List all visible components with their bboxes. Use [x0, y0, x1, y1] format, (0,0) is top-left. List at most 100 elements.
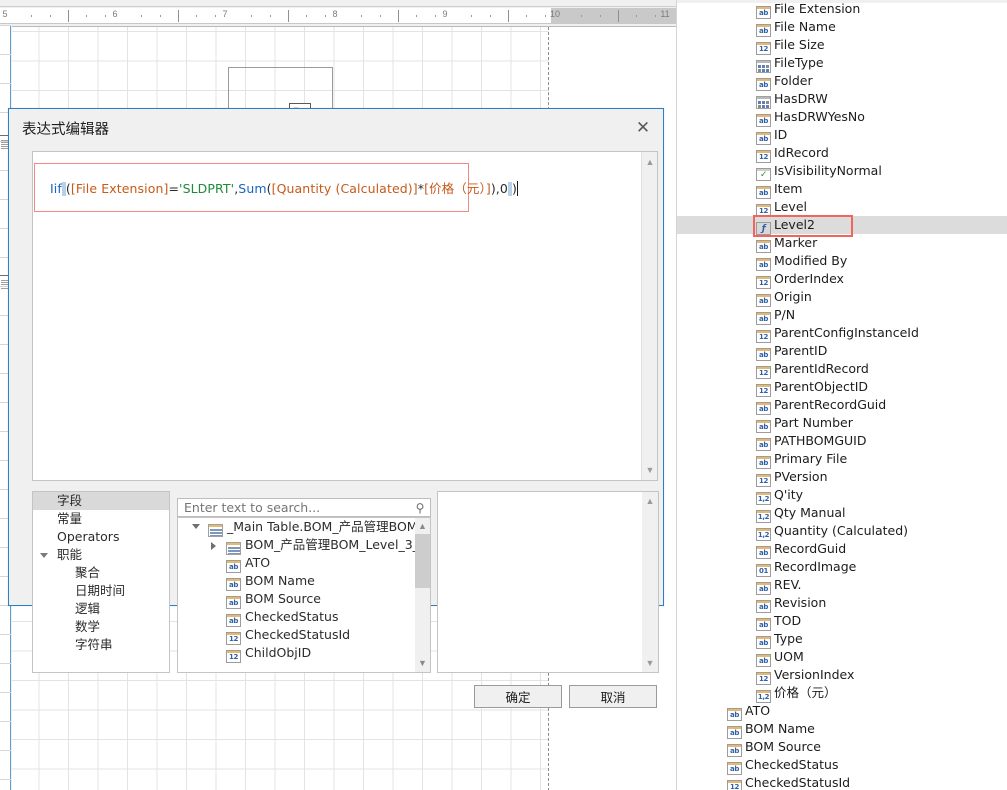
category-label: 常量: [57, 511, 83, 526]
category-label: 日期时间: [75, 583, 126, 598]
field-list-item[interactable]: ab BOM Name: [677, 720, 1007, 739]
field-tree-list[interactable]: _Main Table.BOM_产品管理BOM_... BOM_产品管理BOM_L…: [178, 518, 415, 672]
field-list-item[interactable]: ab REV.: [677, 576, 1007, 595]
field-list-item[interactable]: ab File Name: [677, 18, 1007, 37]
tree-scroll-up-icon[interactable]: ▲: [415, 519, 430, 534]
tree-scroll-down-icon[interactable]: ▼: [415, 656, 430, 671]
field-list-item[interactable]: 12 OrderIndex: [677, 270, 1007, 289]
field-list-item[interactable]: ab Revision: [677, 594, 1007, 613]
field-list-item[interactable]: ab File Extension: [677, 0, 1007, 19]
field-list-item[interactable]: 1,2 价格（元）: [677, 684, 1007, 703]
category-label: 数学: [75, 619, 101, 634]
field-list-item[interactable]: FileType: [677, 54, 1007, 73]
category-item[interactable]: Operators: [33, 528, 169, 546]
field-list-item[interactable]: 12 IdRecord: [677, 144, 1007, 163]
field-list-item[interactable]: ab P/N: [677, 306, 1007, 325]
field-list-item[interactable]: ab ParentID: [677, 342, 1007, 361]
scroll-up-icon[interactable]: ▲: [642, 154, 658, 170]
desc-scroll-up-icon[interactable]: ▲: [642, 493, 658, 509]
field-list-item[interactable]: 12 Level: [677, 198, 1007, 217]
tree-item[interactable]: 12 CheckedStatusId: [178, 626, 415, 645]
chevron-right-icon[interactable]: [211, 542, 216, 550]
ok-button[interactable]: 确定: [474, 685, 562, 708]
field-list-item[interactable]: ab PATHBOMGUID: [677, 432, 1007, 451]
field-list-item[interactable]: 12 VersionIndex: [677, 666, 1007, 685]
desc-scroll-down-icon[interactable]: ▼: [642, 655, 658, 671]
search-icon[interactable]: ⚲: [413, 501, 427, 515]
tree-item[interactable]: ab BOM Source: [178, 590, 415, 609]
field-list-item[interactable]: ab UOM: [677, 648, 1007, 667]
field-list-item[interactable]: ab HasDRWYesNo: [677, 108, 1007, 127]
description-scrollbar[interactable]: ▲ ▼: [642, 492, 658, 672]
field-list-item[interactable]: 12 PVersion: [677, 468, 1007, 487]
field-list-item[interactable]: HasDRW: [677, 90, 1007, 109]
field-list-item[interactable]: ab Type: [677, 630, 1007, 649]
field-list-item-label: Level2: [774, 217, 815, 232]
field-list-item[interactable]: ab Modified By: [677, 252, 1007, 271]
scroll-down-icon[interactable]: ▼: [642, 462, 658, 478]
expression-text-area[interactable]: Iif ([File Extension]='SLDPRT',Sum([Quant…: [32, 151, 658, 481]
tree-item-label: _Main Table.BOM_产品管理BOM_...: [227, 519, 415, 534]
tree-scroll-thumb[interactable]: [415, 534, 430, 588]
category-item[interactable]: 聚合: [33, 564, 169, 582]
category-item[interactable]: 常量: [33, 510, 169, 528]
category-item[interactable]: 数学: [33, 618, 169, 636]
tree-item[interactable]: ab ATO: [178, 554, 415, 573]
field-list-panel[interactable]: ab File Extension ab File Name 12 File Size Fi…: [676, 0, 1007, 790]
field-tree-panel[interactable]: _Main Table.BOM_产品管理BOM_... BOM_产品管理BOM_L…: [177, 517, 431, 673]
category-list[interactable]: 字段 常量 Operators 职能 聚合 日期时间逻辑 数学字符串: [32, 491, 170, 673]
tree-item[interactable]: _Main Table.BOM_产品管理BOM_...: [178, 518, 415, 537]
expression-scrollbar[interactable]: ▲ ▼: [641, 152, 657, 480]
category-item[interactable]: 日期时间: [33, 582, 169, 600]
field-list-item[interactable]: ab ParentRecordGuid: [677, 396, 1007, 415]
field-list-item[interactable]: ab Folder: [677, 72, 1007, 91]
field-list-item[interactable]: ab RecordGuid: [677, 540, 1007, 559]
field-list-item[interactable]: ab CheckedStatus: [677, 756, 1007, 775]
field-list-item-label: File Size: [774, 37, 825, 52]
expression-text[interactable]: Iif ([File Extension]='SLDPRT',Sum([Quant…: [50, 178, 518, 197]
field-list-item[interactable]: ab TOD: [677, 612, 1007, 631]
cancel-button[interactable]: 取消: [569, 685, 657, 708]
field-list-item[interactable]: 12 ParentIdRecord: [677, 360, 1007, 379]
field-list-item[interactable]: ab BOM Source: [677, 738, 1007, 757]
expression-editor-dialog[interactable]: 表达式编辑器 ✕ Iif ([File Extension]='SLDPRT',S…: [8, 108, 664, 708]
field-list-item-label: ATO: [745, 703, 771, 718]
category-item[interactable]: 字段: [33, 492, 169, 510]
field-tree-scrollbar[interactable]: ▲ ▼: [415, 518, 430, 672]
field-list-item[interactable]: ab ATO: [677, 702, 1007, 721]
field-list-rows[interactable]: ab File Extension ab File Name 12 File Size Fi…: [677, 0, 1007, 790]
search-input-wrapper[interactable]: ⚲: [177, 498, 431, 517]
field-list-item[interactable]: ✓ IsVisibilityNormal: [677, 162, 1007, 181]
field-list-item-label: RecordGuid: [774, 541, 847, 556]
field-list-item[interactable]: ab Part Number: [677, 414, 1007, 433]
category-item[interactable]: 字符串: [33, 636, 169, 654]
dialog-title-bar[interactable]: 表达式编辑器 ✕: [9, 109, 663, 147]
field-list-item[interactable]: ab ID: [677, 126, 1007, 145]
field-list-item[interactable]: ab Marker: [677, 234, 1007, 253]
field-list-item[interactable]: 12 ParentConfigInstanceId: [677, 324, 1007, 343]
horizontal-ruler[interactable]: 5 6 7 8 9 10 11: [0, 8, 676, 24]
field-list-item-label: ParentObjectID: [774, 379, 869, 394]
field-list-item[interactable]: 1,2 Quantity (Calculated): [677, 522, 1007, 541]
chevron-down-icon[interactable]: [192, 524, 200, 529]
tree-item[interactable]: BOM_产品管理BOM_Level_3_...: [178, 536, 415, 555]
close-icon[interactable]: ✕: [632, 117, 654, 139]
field-list-item[interactable]: 1,2 Qty Manual: [677, 504, 1007, 523]
field-list-item[interactable]: ab Origin: [677, 288, 1007, 307]
tree-item[interactable]: ab CheckedStatus: [178, 608, 415, 627]
field-list-item[interactable]: 1,2 Q'ity: [677, 486, 1007, 505]
category-item[interactable]: 职能: [33, 546, 169, 564]
expr-token-str: 'SLDPRT': [179, 181, 235, 196]
field-list-item[interactable]: 12 CheckedStatusId: [677, 774, 1007, 790]
tree-item[interactable]: ab BOM Name: [178, 572, 415, 591]
search-input[interactable]: [182, 499, 408, 516]
field-list-item[interactable]: ƒ Level2: [677, 216, 1007, 235]
field-list-item[interactable]: ab Item: [677, 180, 1007, 199]
field-list-item[interactable]: ab Primary File: [677, 450, 1007, 469]
field-list-item[interactable]: 01 RecordImage: [677, 558, 1007, 577]
category-item[interactable]: 逻辑: [33, 600, 169, 618]
chevron-down-icon[interactable]: [40, 553, 48, 562]
field-list-item[interactable]: 12 ParentObjectID: [677, 378, 1007, 397]
field-list-item[interactable]: 12 File Size: [677, 36, 1007, 55]
tree-item[interactable]: 12 ChildObjID: [178, 644, 415, 663]
